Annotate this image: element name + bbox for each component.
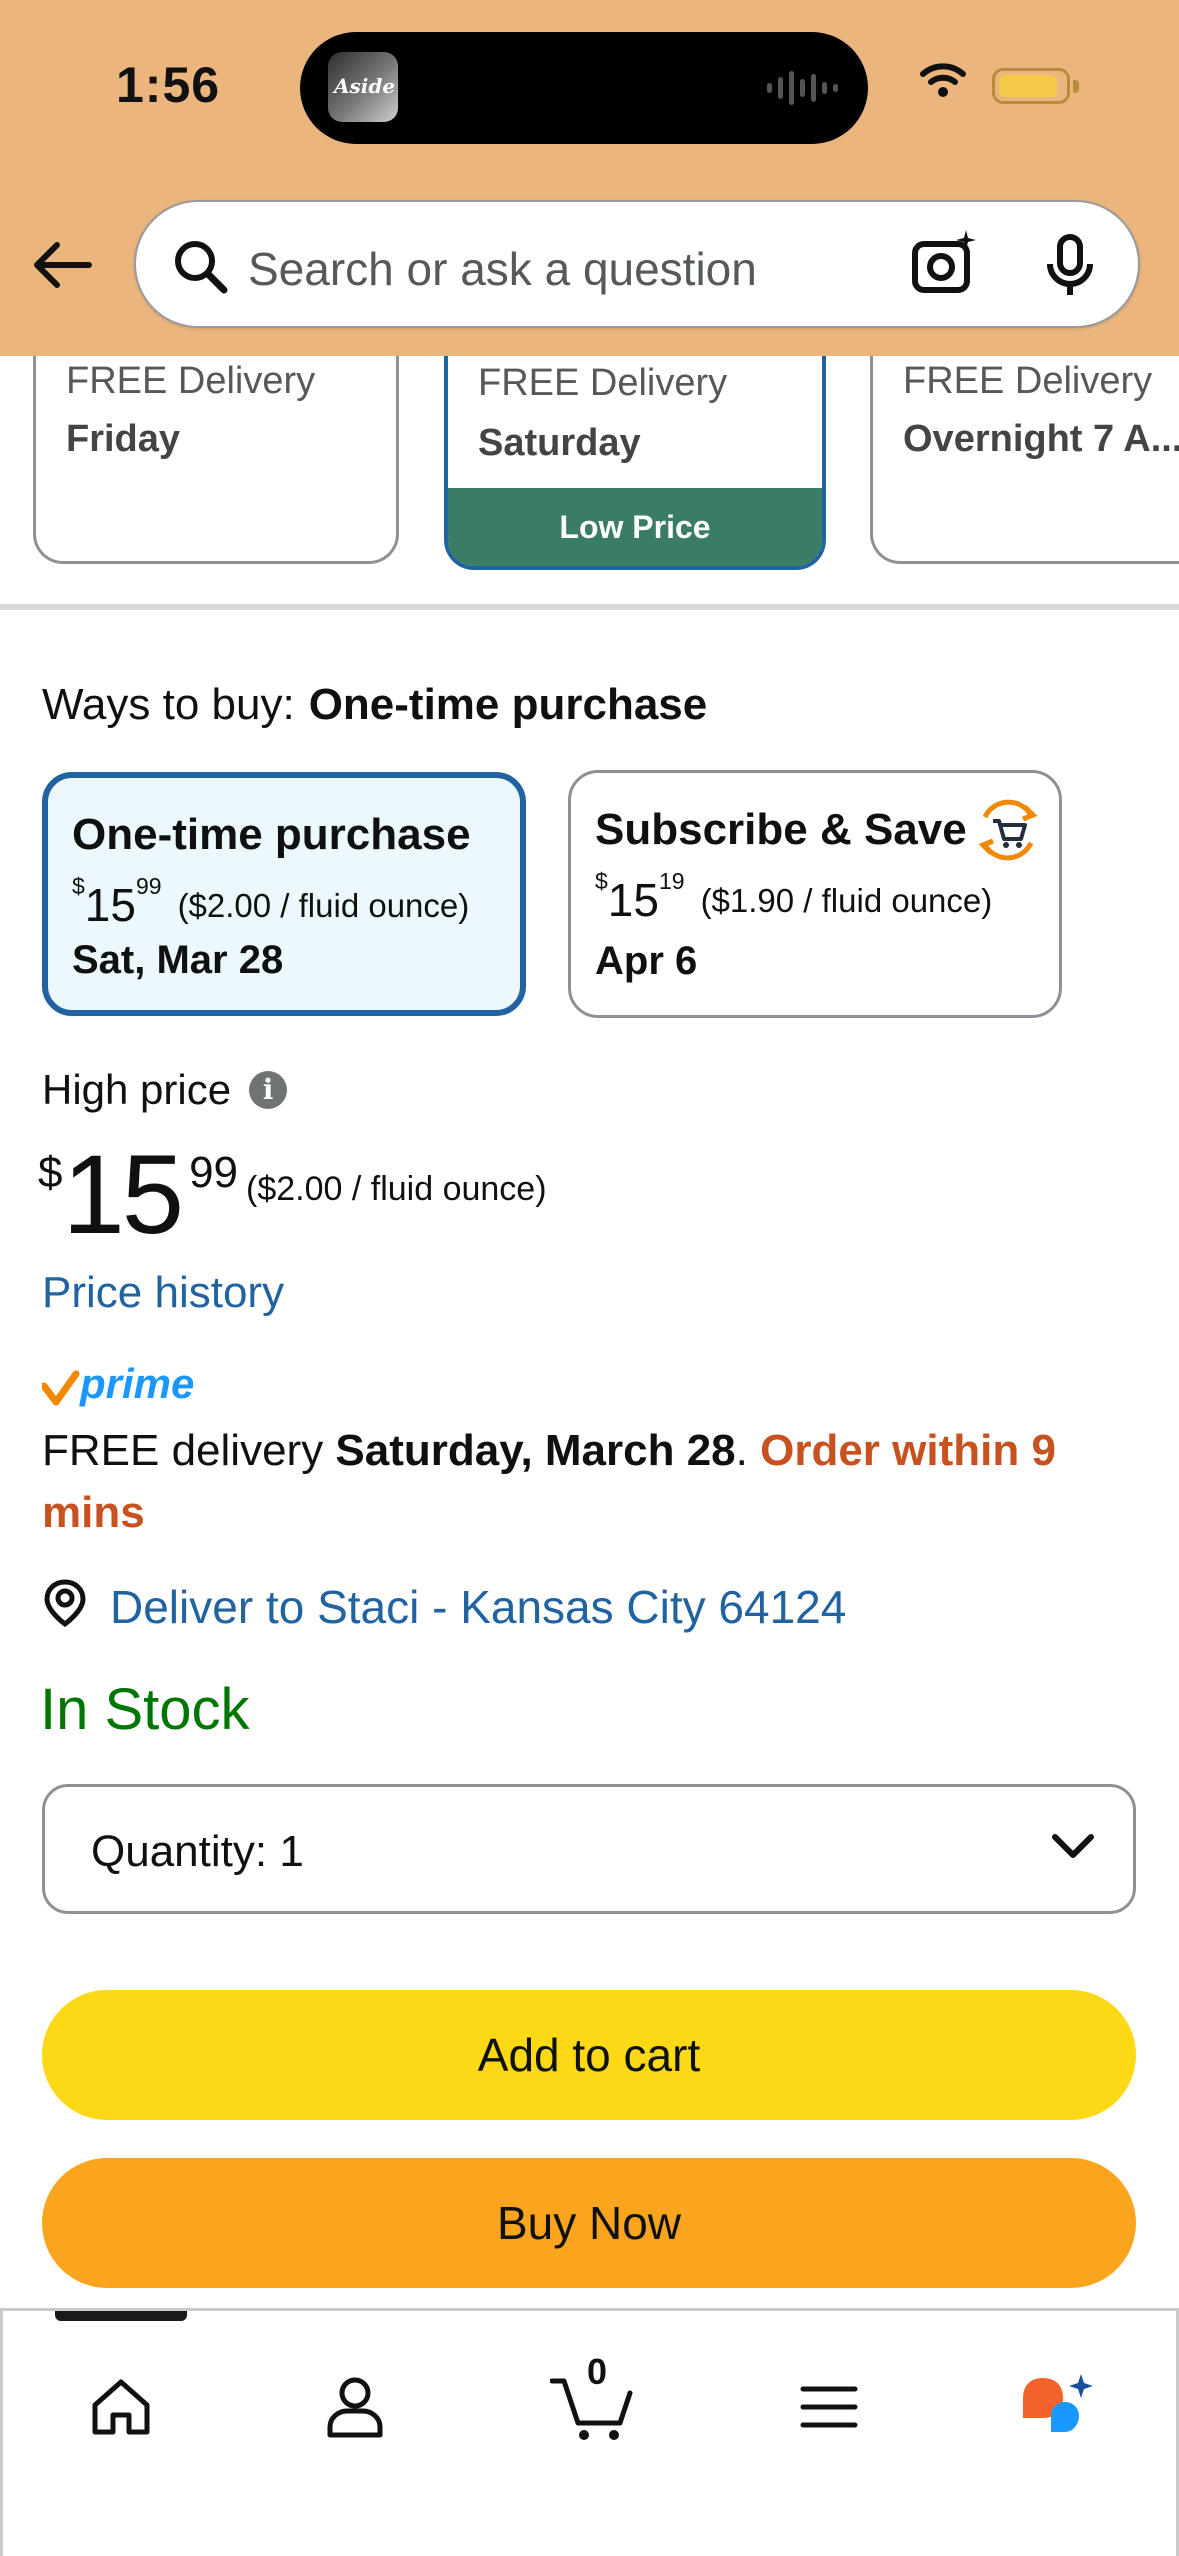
account-icon [327,2377,383,2438]
delivery-option-label: FREE Delivery [903,360,1153,402]
subscribe-cart-icon [973,795,1043,870]
option-title: Subscribe & Save [595,805,967,854]
deliver-to-location[interactable]: Deliver to Staci - Kansas City 64124 [42,1578,846,1635]
battery-icon [992,68,1079,104]
ways-to-buy-selected: One-time purchase [308,680,708,729]
delivery-option-overnight[interactable]: FREE Delivery Overnight 7 A... [870,320,1179,564]
high-price-text: High price [42,1066,232,1113]
option-price: $1519($1.90 / fluid ounce) [595,868,993,926]
ways-to-buy-label: Ways to buy: [42,680,295,729]
delivery-option-day: Friday [66,418,181,460]
camera-search-icon[interactable] [910,228,980,303]
app-header: 1:56 Aside Search or ask a question [0,0,1179,356]
price-per-unit: ($2.00 / fluid ounce) [246,1170,547,1208]
status-time: 1:56 [116,57,221,113]
one-time-purchase-option[interactable]: One-time purchase $1599($2.00 / fluid ou… [42,772,526,1016]
option-price: $1599($2.00 / fluid ounce) [72,873,470,931]
option-title: One-time purchase [72,810,471,859]
active-tab-indicator [55,2311,187,2321]
price-label: High price i [42,1066,288,1114]
delivery-option-saturday[interactable]: FREE Delivery Saturday Low Price [444,320,826,570]
subscribe-save-option[interactable]: Subscribe & Save $1519($1.90 / fluid oun… [568,770,1062,1018]
cart-count-badge: 0 [587,2351,608,2392]
nav-rufus[interactable] [1007,2357,1107,2457]
ways-to-buy: Ways to buy: One-time purchase [42,680,707,730]
nav-account[interactable] [305,2357,405,2457]
nav-cart[interactable]: 0 [543,2351,643,2457]
nav-home[interactable] [71,2357,171,2457]
microphone-icon[interactable] [1042,234,1098,303]
now-playing-thumb-text: Aside [334,74,396,98]
location-text[interactable]: Deliver to Staci - Kansas City 64124 [110,1580,846,1634]
quantity-label: Quantity: 1 [91,1827,304,1876]
delivery-option-label: FREE Delivery [66,360,316,402]
delivery-option-day: Saturday [478,422,641,464]
audio-wave-icon [767,68,838,108]
price-main: $15 99 [38,1132,239,1257]
location-pin-icon [42,1578,88,1635]
add-to-cart-button[interactable]: Add to cart [42,1990,1136,2120]
option-date: Apr 6 [595,939,698,983]
chevron-down-icon [1051,1831,1095,1866]
search-bar[interactable]: Search or ask a question [134,200,1140,328]
menu-icon [800,2386,858,2428]
back-button[interactable] [28,230,98,300]
delivery-message: FREE delivery Saturday, March 28. Order … [42,1426,1056,1537]
bottom-navigation: 0 [0,2308,1179,2556]
delivery-option-friday[interactable]: FREE Delivery Friday [33,320,399,564]
section-divider [0,604,1179,610]
nav-menu[interactable] [779,2357,879,2457]
search-input[interactable]: Search or ask a question [248,242,757,296]
search-icon [172,238,228,299]
quantity-selector[interactable]: Quantity: 1 [42,1784,1136,1914]
delivery-option-day: Overnight 7 A... [903,418,1179,460]
rufus-ai-icon [1023,2374,1093,2432]
price-history-link[interactable]: Price history [42,1268,284,1318]
option-date: Sat, Mar 28 [72,938,284,982]
delivery-option-label: FREE Delivery [478,362,728,404]
dynamic-island: Aside [300,32,868,144]
svg-text:prime: prime [79,1362,194,1407]
prime-logo: prime [40,1360,212,1417]
now-playing-thumbnail: Aside [328,52,398,122]
buy-now-button[interactable]: Buy Now [42,2158,1136,2288]
stock-status: In Stock [40,1677,250,1742]
home-icon [92,2379,150,2435]
low-price-badge: Low Price [448,488,822,566]
info-icon[interactable]: i [249,1071,288,1109]
back-arrow-icon [34,242,92,288]
wifi-icon [920,62,966,103]
delivery-date: Saturday, March 28 [335,1426,736,1475]
